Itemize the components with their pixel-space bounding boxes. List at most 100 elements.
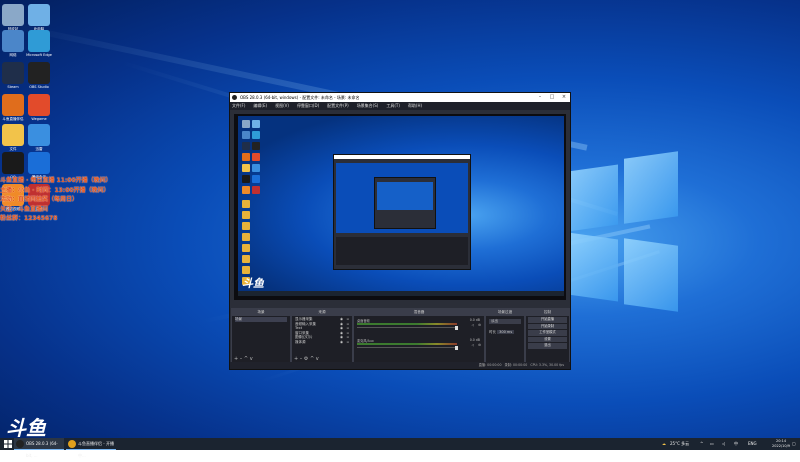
menu-item[interactable]: 视图(V) — [275, 103, 289, 108]
desktop-icon[interactable]: 此电脑 — [28, 4, 50, 31]
weather-icon[interactable]: ☁ — [662, 438, 666, 450]
volume-meter — [357, 323, 457, 325]
transition-select[interactable]: 淡出 — [489, 319, 521, 324]
network-icon[interactable]: ▭ — [710, 438, 714, 450]
menu-item[interactable]: 场景集合(S) — [357, 103, 379, 108]
source-label: 音频输入采集 — [295, 321, 316, 326]
speaker-icon[interactable]: ◁ — [472, 343, 474, 347]
preview-desktop-icon — [242, 131, 250, 139]
preview-desktop-icon — [252, 153, 260, 161]
channel-db: 0.0 dB — [469, 338, 480, 342]
gear-icon[interactable]: ⚙ — [478, 323, 481, 327]
taskbar-app[interactable]: 斗鱼直播伴侣 - 开播中... — [66, 438, 116, 458]
duration-input[interactable]: 300 ms — [497, 329, 515, 334]
sources-dock-title: 来源 — [292, 309, 352, 316]
minimize-icon[interactable]: – — [534, 93, 546, 102]
notification-icon[interactable]: ▢ — [792, 438, 796, 450]
control-button[interactable]: 开始直播 — [528, 317, 567, 323]
obs-docks: 场景 场景 + – ^ v 来源 显示器采集 ◉ ▫ 音频输入采集 ◉ ▫ Text ◉ ▫ 窗口… — [230, 305, 570, 368]
preview-desktop-icon — [242, 255, 250, 263]
desktop-icon[interactable]: OBS Studio — [28, 62, 50, 89]
overlay-line: 活动：直播间抽奖（每周日） — [0, 196, 79, 203]
lock-icon[interactable]: ▫ — [347, 340, 349, 345]
volume-icon[interactable]: ◁ — [722, 438, 725, 450]
control-button[interactable]: 开始录制 — [528, 323, 567, 329]
preview-desktop-icon — [242, 233, 250, 241]
weather-text[interactable]: 25°C 多云 — [670, 438, 689, 450]
preview-desktop-icon — [252, 142, 260, 150]
desktop-icon[interactable]: Wegame — [28, 94, 50, 121]
taskbar-app[interactable]: OBS 28.0.3 (64-bit, ... — [14, 438, 64, 458]
stream-info-overlay: 斗鱼直播 · 每日直播 11:00开播（晚间） 主播：小鱼 · 时间：13:00开… — [0, 176, 180, 224]
obs-window[interactable]: OBS 28.0.3 (64-bit, windows) - 配置文件: 未命名… — [229, 92, 571, 370]
overlay-line: 粉丝群：12345678 — [0, 215, 58, 222]
app-icon — [68, 440, 76, 448]
scenes-dock: 场景 场景 + – ^ v — [231, 308, 291, 364]
controls-dock: 控制 开始直播 开始录制 工作室模式 设置 退出 — [525, 308, 570, 364]
preview-desktop-capture: 斗鱼 — [238, 116, 564, 296]
menu-item[interactable]: 配置文件(P) — [327, 103, 349, 108]
input-icon[interactable]: 中 — [734, 438, 738, 450]
preview-douyu-watermark: 斗鱼 — [242, 277, 264, 290]
control-button[interactable]: 退出 — [528, 343, 567, 349]
mixer-dock: 混音器 桌面音频 0.0 dB ◁ ⚙ 麦克风/Aux 0.0 dB ◁ ⚙ — [353, 308, 485, 364]
preview-desktop-icon — [252, 164, 260, 172]
desktop-icon[interactable]: 网络 — [2, 30, 24, 57]
obs-titlebar[interactable]: OBS 28.0.3 (64-bit, windows) - 配置文件: 未命名… — [230, 93, 570, 102]
rec-status: 录制: 00:00:00 — [504, 363, 528, 367]
desktop-icon-label: Wegame — [31, 117, 47, 121]
mixer-channel: 麦克风/Aux 0.0 dB ◁ ⚙ — [354, 338, 484, 352]
desktop-icon[interactable]: 斗鱼直播伴侣 — [2, 94, 24, 121]
language-indicator[interactable]: ENG — [748, 438, 757, 450]
volume-slider[interactable] — [357, 325, 458, 330]
preview-desktop-icon — [252, 186, 260, 194]
maximize-icon[interactable]: □ — [546, 93, 558, 102]
windows-start-icon[interactable] — [4, 440, 12, 448]
obs-statusbar: 直播: 00:00:00 录制: 00:00:00 CPU: 3.3%, 30.… — [230, 362, 570, 369]
desktop-icon[interactable]: QQ — [2, 152, 24, 179]
live-status: 直播: 00:00:00 — [478, 363, 502, 367]
windows-logo-graphic — [568, 150, 678, 320]
eye-icon[interactable]: ◉ — [340, 340, 343, 345]
gear-icon[interactable]: ⚙ — [478, 343, 481, 347]
preview-desktop-icon — [242, 200, 250, 208]
clock-date: 2022/10/9 — [772, 444, 790, 448]
volume-meter — [357, 343, 457, 345]
menu-item[interactable]: 帮助(H) — [408, 103, 422, 108]
desktop-icon[interactable]: Microsoft Edge — [26, 30, 52, 57]
desktop-icon[interactable]: 文件 — [2, 124, 24, 151]
desktop-icon[interactable]: 回收站 — [2, 4, 24, 31]
obs-app-icon — [232, 95, 237, 100]
source-label: Text — [295, 326, 303, 330]
close-icon[interactable]: × — [558, 93, 570, 102]
tray-up-icon[interactable]: ^ — [700, 438, 703, 450]
source-label: 窗口采集 — [295, 330, 309, 335]
preview-desktop-icon — [252, 120, 260, 128]
menu-item[interactable]: 文件(F) — [232, 103, 245, 108]
control-button[interactable]: 设置 — [528, 336, 567, 342]
mixer-dock-title: 混音器 — [354, 309, 484, 316]
volume-slider[interactable] — [357, 345, 458, 350]
cpu-status: CPU: 3.3%, 30.00 fps — [530, 363, 564, 367]
controls-buttons: 开始直播 开始录制 工作室模式 设置 退出 — [526, 317, 569, 349]
clock[interactable]: 20:14 2022/10/9 — [772, 439, 790, 449]
menu-item[interactable]: 工具(T) — [386, 103, 400, 108]
sources-dock: 来源 显示器采集 ◉ ▫ 音频输入采集 ◉ ▫ Text ◉ ▫ 窗口采集 ◉ ▫ 图像幻灯片 ◉ ▫ 媒体源… — [291, 308, 353, 364]
preview-desktop-icon — [242, 211, 250, 219]
control-button[interactable]: 工作室模式 — [528, 330, 567, 336]
controls-dock-title: 控制 — [526, 309, 569, 316]
overlay-line: 关注：斗鱼直播间 — [0, 205, 49, 213]
menu-item[interactable]: 停靠窗口(D) — [297, 103, 319, 108]
scene-item[interactable]: 场景 — [235, 317, 287, 322]
menu-item[interactable]: 编辑(E) — [253, 103, 267, 108]
desktop-icon[interactable]: 腾讯会议 — [28, 152, 50, 179]
source-item[interactable]: 媒体源 ◉ ▫ — [295, 340, 349, 345]
overlay-line: 斗鱼直播 · 每日直播 11:00开播（晚间） — [0, 177, 112, 184]
desktop-icon-label: Microsoft Edge — [26, 53, 52, 57]
obs-preview[interactable]: 斗鱼 — [234, 114, 566, 300]
desktop-icon[interactable]: 迅雷 — [28, 124, 50, 151]
desktop-icon[interactable]: Steam — [2, 62, 24, 89]
overlay-line: 主播：小鱼 · 时间：13:00开播（晚间） — [0, 186, 110, 194]
speaker-icon[interactable]: ◁ — [472, 323, 474, 327]
scenes-dock-title: 场景 — [232, 309, 290, 316]
